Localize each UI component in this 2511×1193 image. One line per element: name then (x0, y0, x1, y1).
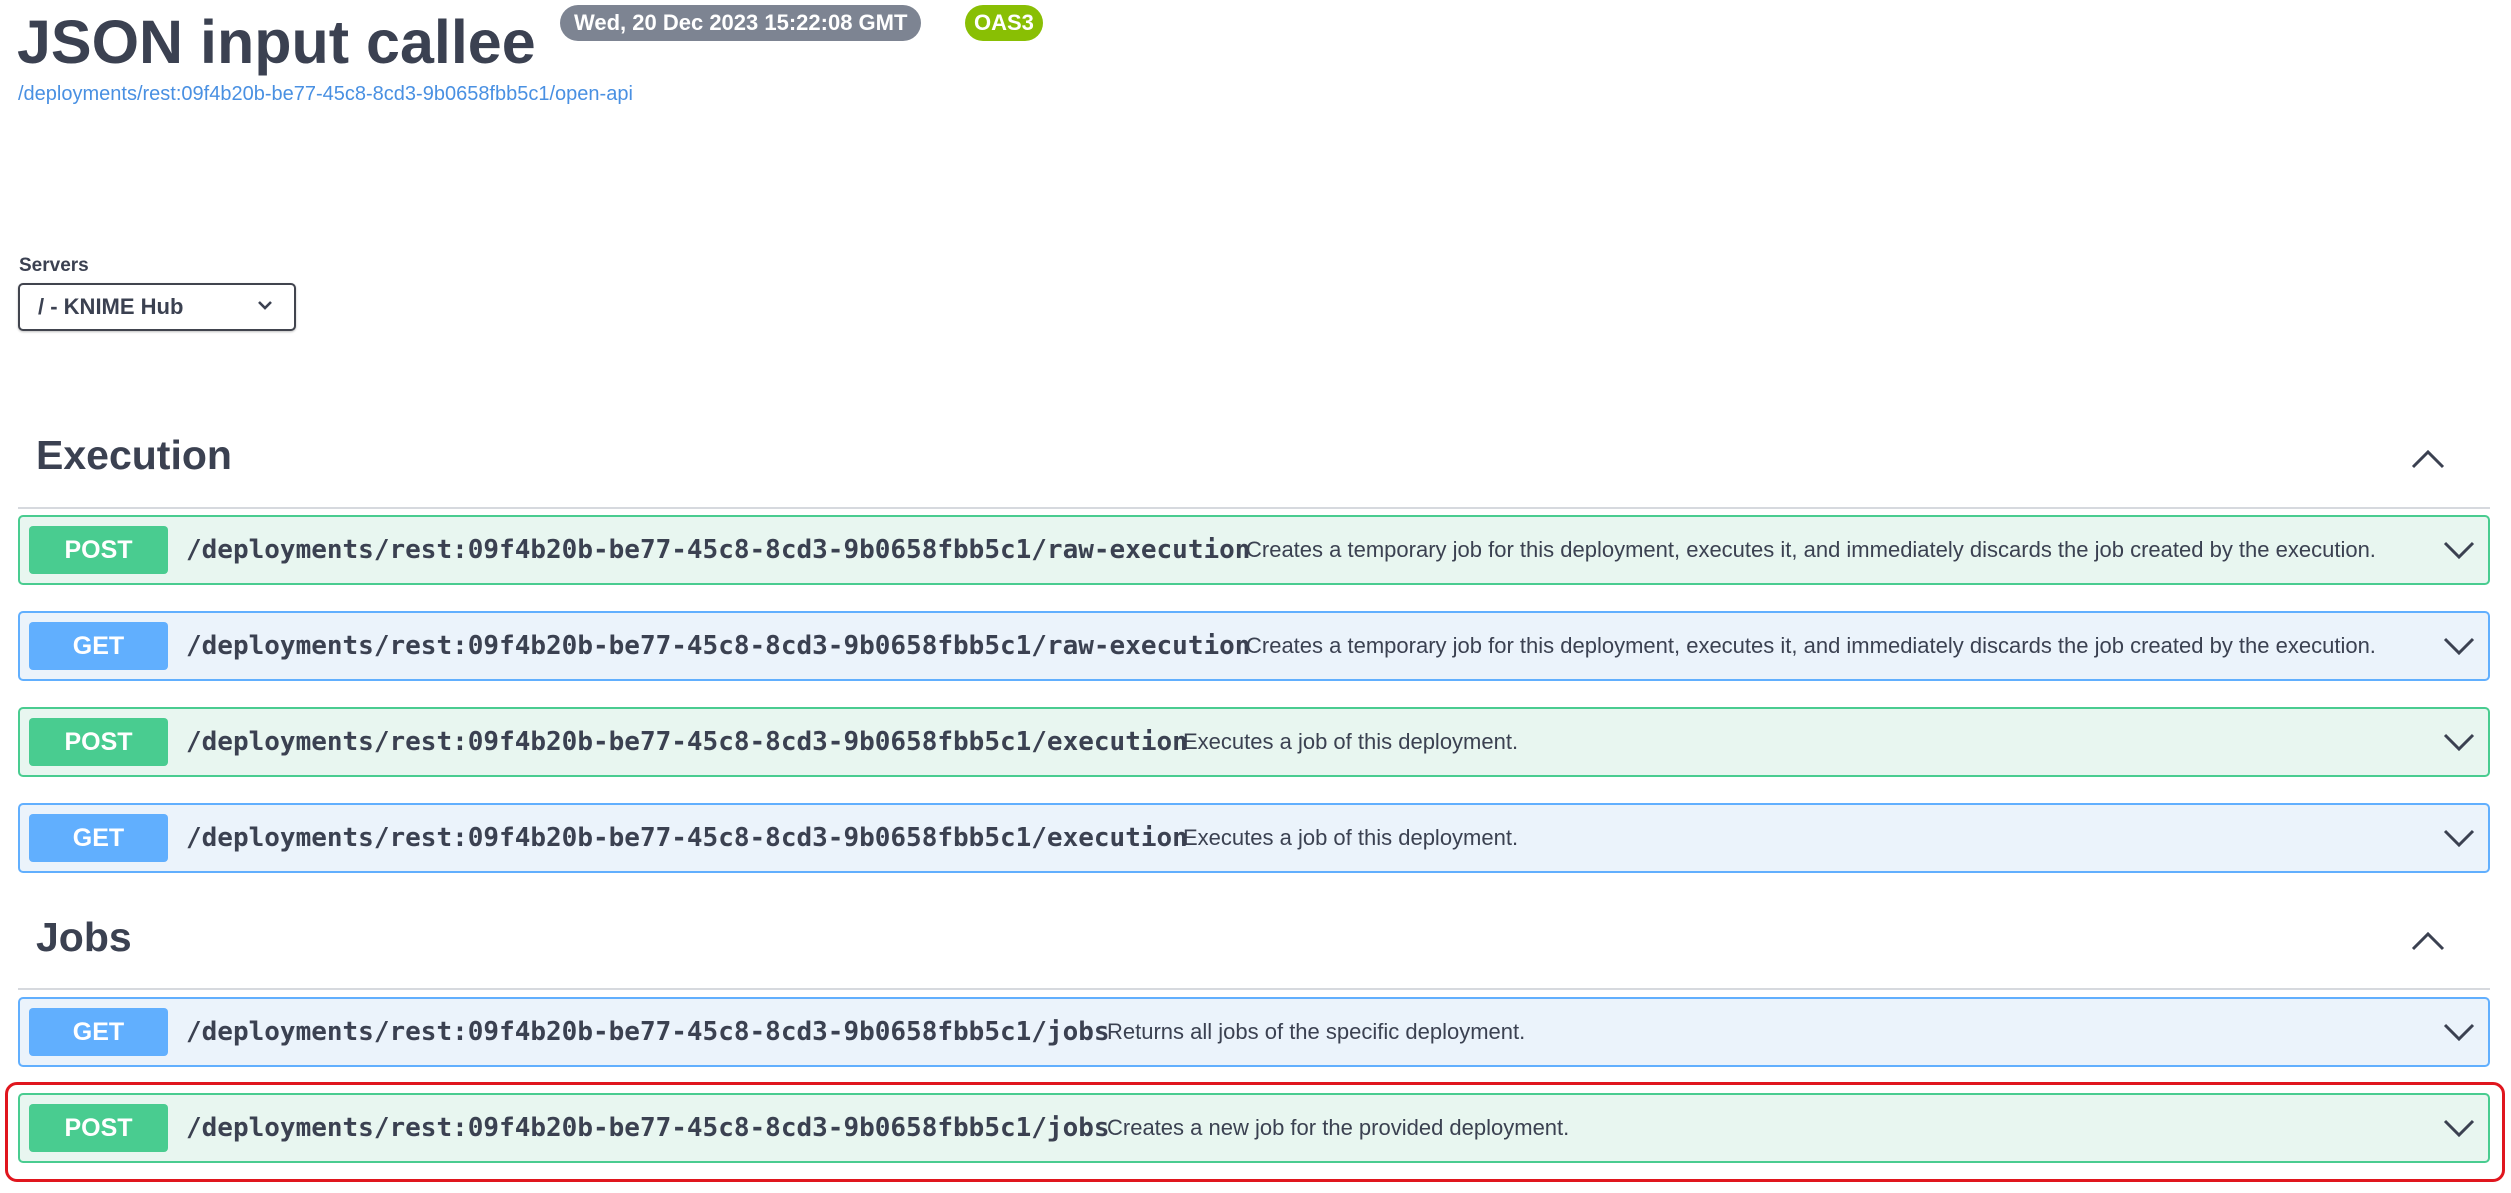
method-badge: GET (29, 814, 168, 862)
operation-path: /deployments/rest:09f4b20b-be77-45c8-8cd… (186, 823, 1188, 853)
spec-link[interactable]: /deployments/rest:09f4b20b-be77-45c8-8cd… (18, 83, 633, 106)
section-title-execution[interactable]: Execution (36, 432, 232, 479)
servers-select[interactable]: / - KNIME Hub (18, 283, 296, 331)
operation-row[interactable]: GET /deployments/rest:09f4b20b-be77-45c8… (18, 997, 2490, 1067)
operation-path: /deployments/rest:09f4b20b-be77-45c8-8cd… (186, 1017, 1110, 1047)
chevron-down-icon[interactable] (2442, 1021, 2476, 1043)
operation-summary: Executes a job of this deployment. (1183, 729, 1519, 754)
section-title-jobs[interactable]: Jobs (36, 914, 132, 961)
chevron-up-icon[interactable] (2410, 448, 2446, 470)
operation-row[interactable]: POST /deployments/rest:09f4b20b-be77-45c… (18, 707, 2490, 777)
operation-path: /deployments/rest:09f4b20b-be77-45c8-8cd… (186, 535, 1251, 565)
section-divider (18, 988, 2490, 990)
section-divider (18, 507, 2490, 509)
chevron-down-icon[interactable] (2442, 635, 2476, 657)
operation-summary: Returns all jobs of the specific deploym… (1107, 1019, 1526, 1044)
operation-row[interactable]: GET /deployments/rest:09f4b20b-be77-45c8… (18, 803, 2490, 873)
oas-badge: OAS3 (965, 5, 1043, 41)
operation-path: /deployments/rest:09f4b20b-be77-45c8-8cd… (186, 631, 1251, 661)
servers-select-value: / - KNIME Hub (38, 294, 184, 319)
method-badge: POST (29, 718, 168, 766)
page-title: JSON input callee (17, 8, 536, 76)
highlight-box (5, 1082, 2505, 1182)
chevron-up-icon[interactable] (2410, 930, 2446, 952)
chevron-down-icon[interactable] (2442, 827, 2476, 849)
operation-path: /deployments/rest:09f4b20b-be77-45c8-8cd… (186, 727, 1188, 757)
operation-row[interactable]: GET /deployments/rest:09f4b20b-be77-45c8… (18, 611, 2490, 681)
operation-summary: Creates a temporary job for this deploym… (1246, 537, 2376, 562)
operation-summary: Executes a job of this deployment. (1183, 825, 1519, 850)
servers-label: Servers (19, 255, 89, 276)
operation-summary: Creates a temporary job for this deploym… (1246, 633, 2376, 658)
method-badge: POST (29, 526, 168, 574)
method-badge: GET (29, 622, 168, 670)
chevron-down-icon (258, 301, 272, 310)
chevron-down-icon[interactable] (2442, 731, 2476, 753)
chevron-down-icon[interactable] (2442, 539, 2476, 561)
operation-row[interactable]: POST /deployments/rest:09f4b20b-be77-45c… (18, 515, 2490, 585)
version-badge: Wed, 20 Dec 2023 15:22:08 GMT (560, 5, 922, 41)
method-badge: GET (29, 1008, 168, 1056)
